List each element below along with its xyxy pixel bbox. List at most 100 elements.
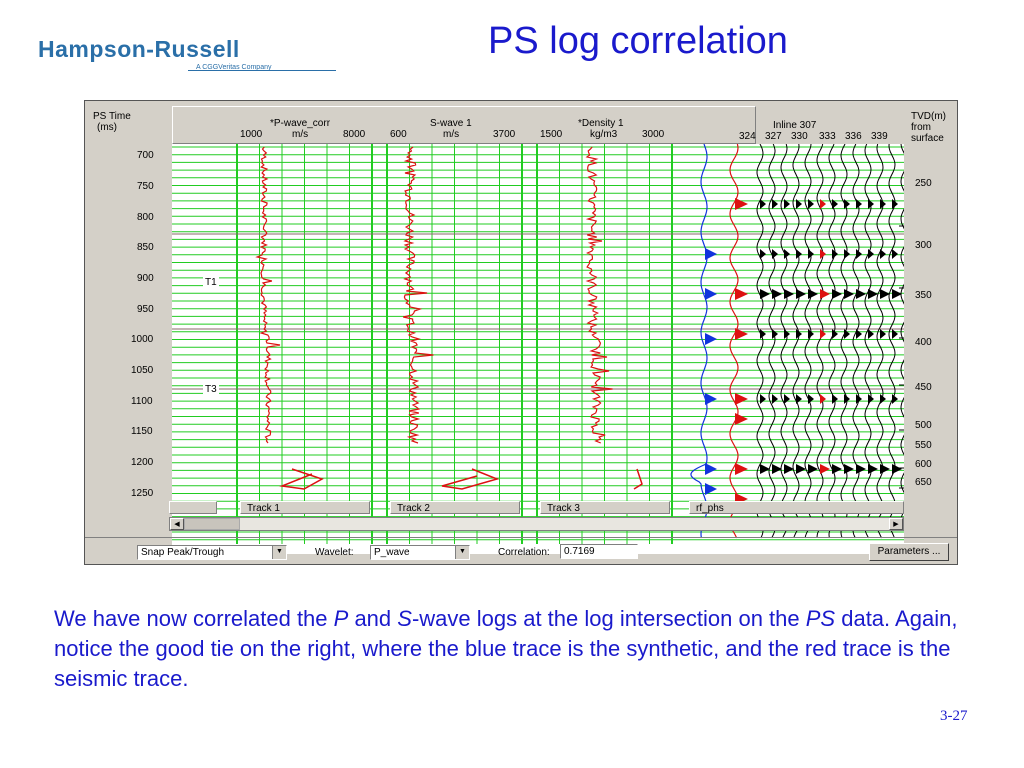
caption-italic-s: S (397, 606, 412, 631)
log2-max: 3700 (493, 129, 516, 140)
time-tick: 900 (137, 273, 154, 284)
right-axis-title: TVD(m) (911, 111, 946, 122)
wiggle-peak (856, 289, 866, 299)
seismic-peak (735, 288, 748, 300)
log3-min: 1500 (540, 129, 563, 140)
scroll-right-icon[interactable]: ▶ (889, 518, 903, 530)
log-seismic-display (172, 144, 904, 544)
wiggle-peak (868, 329, 874, 339)
scroll-left-icon[interactable]: ◀ (170, 518, 184, 530)
track-3-button[interactable]: Track 3 (540, 501, 670, 514)
wiggle-peak (808, 394, 814, 404)
seismic-trace-324: 324 (739, 131, 756, 142)
wiggle-peak (832, 464, 842, 474)
log3-unit: kg/m3 (590, 129, 618, 140)
wiggle-peak (892, 464, 902, 474)
wiggle-peak (832, 289, 842, 299)
correlation-field[interactable]: 0.7169 (560, 544, 638, 559)
wavelet-dropdown[interactable]: P_wave ▼ (370, 545, 470, 560)
wiggle-peak (856, 464, 866, 474)
wiggle-trace (900, 144, 904, 531)
wiggle-peak (784, 464, 794, 474)
seismic-peak (735, 413, 748, 425)
seismic-peak (735, 328, 748, 340)
seismic-trace-327: 327 (765, 131, 782, 142)
plot-area (172, 144, 904, 554)
track-1-button[interactable]: Track 1 (240, 501, 370, 514)
caption-part: We have now correlated the (54, 606, 334, 631)
synthetic-peak (705, 393, 717, 405)
wiggle-peak (796, 394, 802, 404)
seismic-peak (735, 463, 748, 475)
time-tick: 1000 (131, 334, 154, 345)
slide-title: PS log correlation (488, 20, 788, 62)
depth-tick: 650 (915, 477, 932, 488)
left-axis-unit: (ms) (97, 122, 117, 133)
track-spacer-button (169, 501, 217, 514)
seismic-trace-330: 330 (791, 131, 808, 142)
wiggle-peak (868, 289, 878, 299)
time-tick: 1200 (131, 457, 154, 468)
wiggle-peak (880, 289, 890, 299)
wiggle-peak (784, 394, 790, 404)
chevron-down-icon[interactable]: ▼ (455, 546, 469, 559)
hampson-russell-logo: Hampson-Russell A CGGVeritas Company (38, 36, 336, 71)
time-tick: 1100 (131, 396, 153, 407)
wiggle-peak (808, 464, 818, 474)
correlation-label: Correlation: (498, 547, 550, 558)
depth-tick: 500 (915, 420, 932, 431)
p-wave-log-curve (255, 146, 281, 444)
snap-mode-dropdown[interactable]: Snap Peak/Trough ▼ (137, 545, 287, 560)
wavelet-value: P_wave (374, 547, 410, 558)
seismic-trace-339: 339 (871, 131, 888, 142)
depth-tick: 250 (915, 178, 932, 189)
snap-mode-value: Snap Peak/Trough (141, 547, 225, 558)
chevron-down-icon[interactable]: ▼ (272, 546, 286, 559)
wiggle-peak (760, 249, 766, 259)
caption-italic-ps: PS (805, 606, 836, 631)
s-wave-log-curve (403, 146, 434, 444)
seismic-peak (735, 393, 748, 405)
wiggle-peak (772, 249, 778, 259)
bottom-control-bar: Snap Peak/Trough ▼ Wavelet: P_wave ▼ Cor… (85, 537, 957, 565)
synthetic-peak (705, 248, 717, 260)
seismic-trace-336: 336 (845, 131, 862, 142)
wiggle-peak (820, 464, 830, 474)
wiggle-peak (772, 394, 778, 404)
wiggle-peak (868, 249, 874, 259)
wiggle-peak (856, 329, 862, 339)
log3-name: *Density 1 (578, 118, 624, 129)
wiggle-peak (808, 289, 818, 299)
synthetic-peak (705, 288, 717, 300)
horizontal-scrollbar[interactable]: ◀ ▶ (169, 517, 904, 531)
wiggle-peak (892, 394, 898, 404)
time-tick: 800 (137, 212, 154, 223)
synthetic-trace (690, 144, 708, 539)
scroll-thumb[interactable] (184, 518, 240, 530)
wiggle-peak (880, 329, 886, 339)
right-axis-line3: surface (911, 133, 944, 144)
right-axis-line2: from (911, 122, 931, 133)
wavelet-label: Wavelet: (315, 547, 354, 558)
page-number: 3-27 (940, 708, 968, 724)
time-tick: 700 (137, 150, 154, 161)
correlation-window: PS Time (ms) *P-wave_corr 1000 m/s 8000 … (84, 100, 958, 565)
parameters-button[interactable]: Parameters ... (869, 543, 949, 561)
wiggle-peak (796, 464, 806, 474)
wiggle-peak (772, 289, 782, 299)
wiggle-peak (784, 249, 790, 259)
track-2-button[interactable]: Track 2 (390, 501, 520, 514)
log2-unit: m/s (443, 129, 460, 140)
left-axis-title: PS Time (93, 111, 131, 122)
synthetic-peak (705, 463, 717, 475)
marker-t1-label: T1 (203, 277, 219, 288)
wiggle-peak (820, 289, 830, 299)
depth-tick: 600 (915, 459, 932, 470)
depth-tick: 400 (915, 337, 932, 348)
seismic-trace-333: 333 (819, 131, 836, 142)
wiggle-peak (844, 464, 854, 474)
wiggle-peak (880, 464, 890, 474)
log1-name: *P-wave_corr (270, 118, 331, 129)
rf-phs-button[interactable]: rf_phs (689, 501, 904, 514)
density-log-curve (585, 146, 613, 444)
